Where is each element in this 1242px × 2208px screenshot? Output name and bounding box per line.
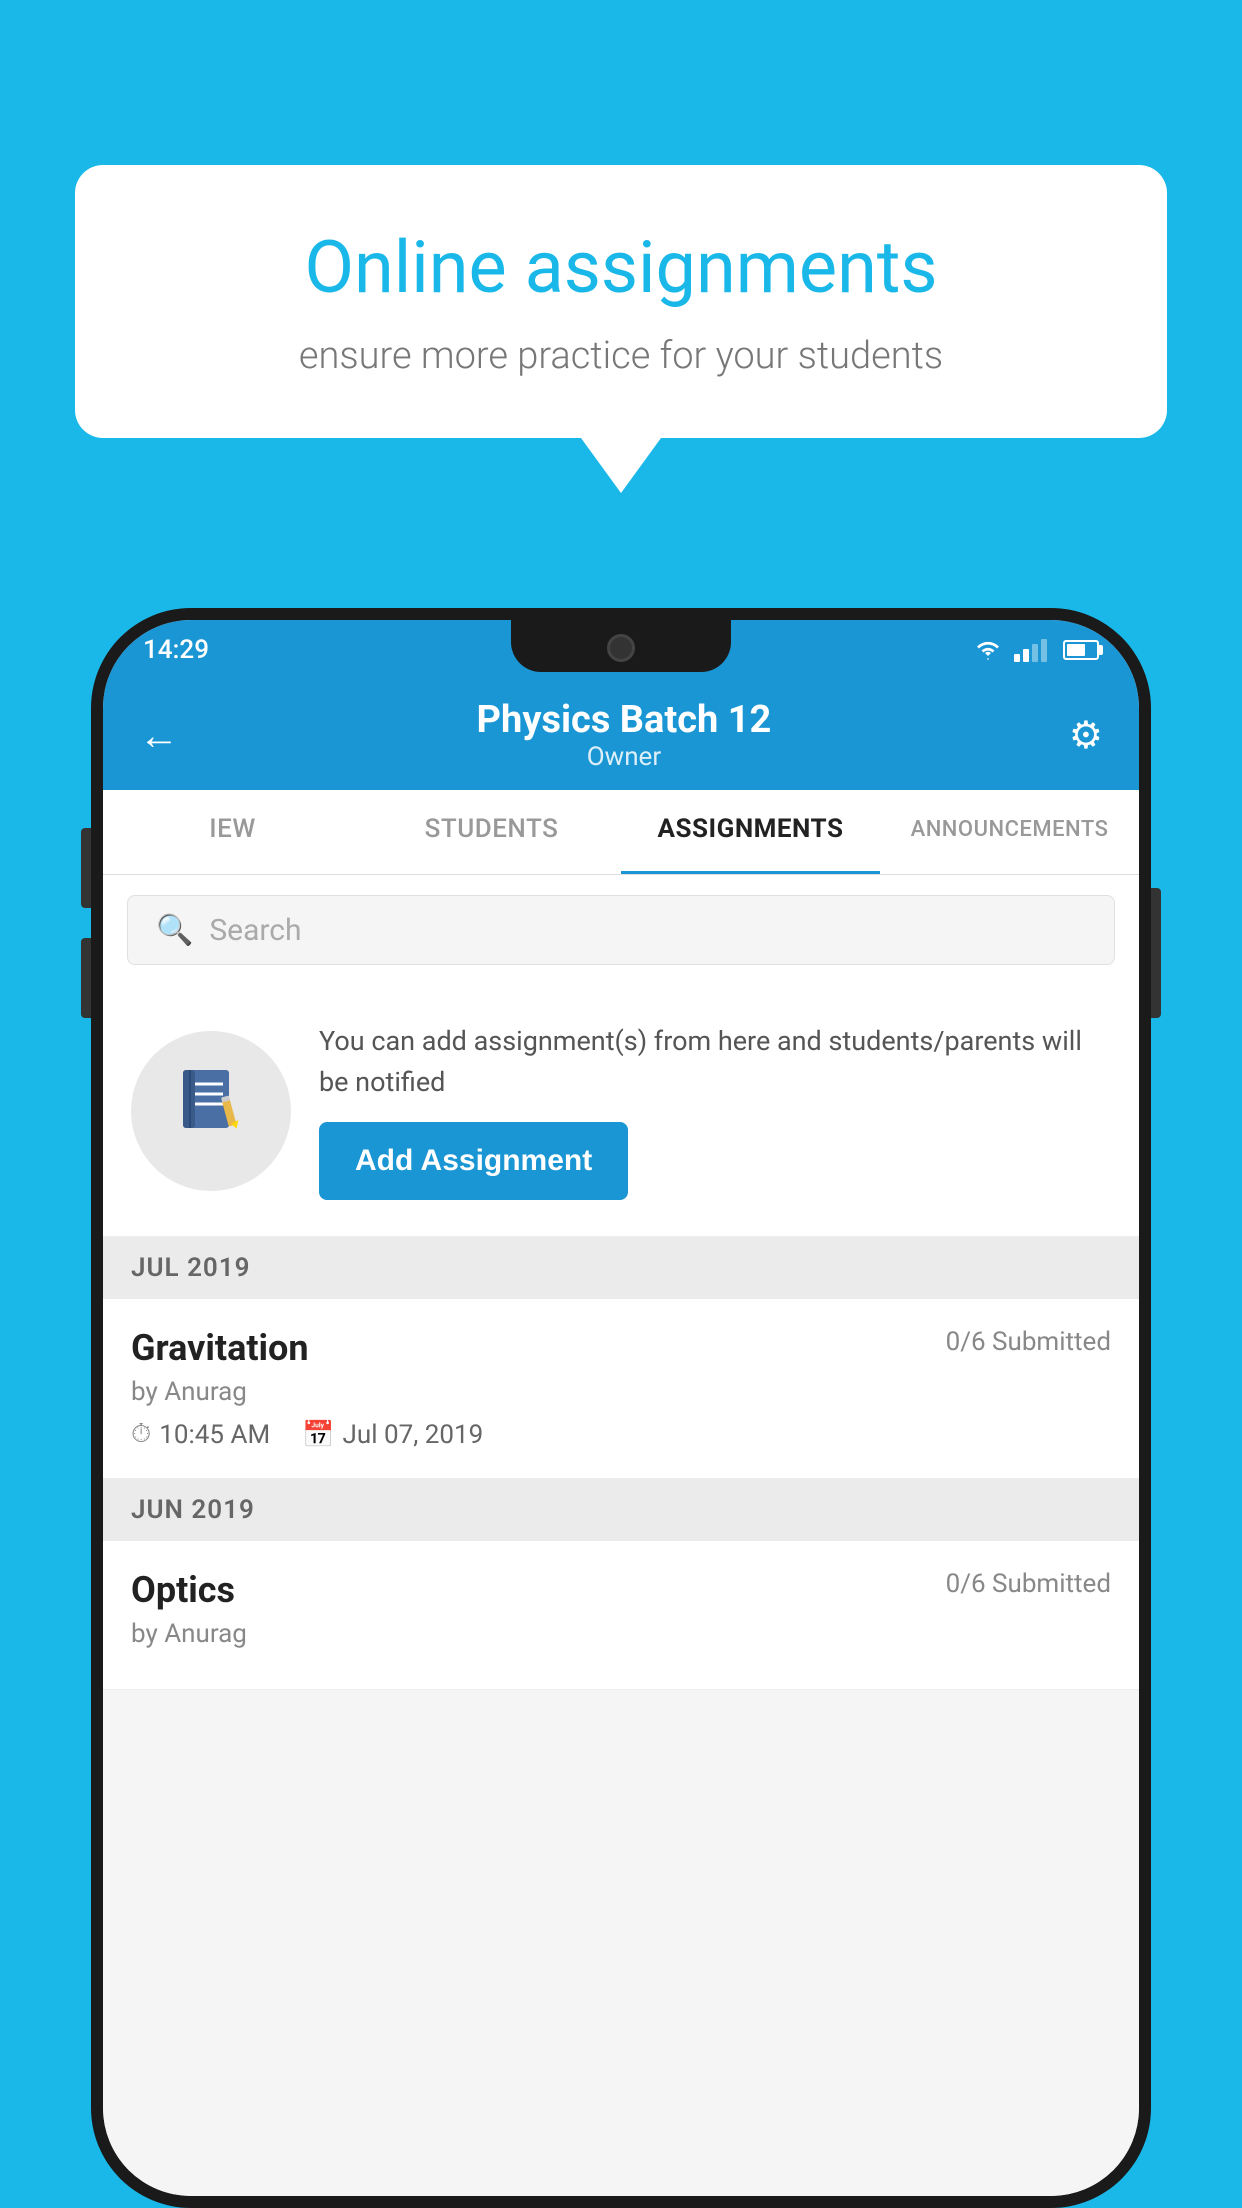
speech-bubble-title: Online assignments — [155, 225, 1087, 310]
assignment-prompt-right: You can add assignment(s) from here and … — [319, 1021, 1111, 1200]
assignment-icon-circle — [131, 1031, 291, 1191]
speech-bubble-arrow — [581, 438, 661, 493]
gravitation-date: Jul 07, 2019 — [343, 1420, 484, 1450]
assignment-optics-submitted: 0/6 Submitted — [946, 1569, 1111, 1599]
settings-icon[interactable]: ⚙ — [1069, 713, 1103, 758]
gravitation-time: 10:45 AM — [159, 1420, 270, 1450]
assignment-item-optics[interactable]: Optics 0/6 Submitted by Anurag — [103, 1541, 1139, 1690]
assignment-optics-name: Optics — [131, 1569, 235, 1611]
assignment-gravitation-submitted: 0/6 Submitted — [946, 1327, 1111, 1357]
section-jul-2019: JUL 2019 — [103, 1237, 1139, 1299]
tab-students[interactable]: STUDENTS — [362, 790, 621, 874]
speech-bubble: Online assignments ensure more practice … — [75, 165, 1167, 438]
phone-screen: 14:29 — [103, 620, 1139, 2196]
assignment-gravitation-header: Gravitation 0/6 Submitted — [131, 1327, 1111, 1369]
time-meta: ⏱ 10:45 AM — [131, 1419, 270, 1450]
assignment-optics-author: by Anurag — [131, 1619, 1111, 1649]
status-icons — [974, 639, 1099, 662]
calendar-icon: 📅 — [302, 1420, 334, 1450]
wifi-icon — [974, 640, 1002, 660]
app-header: ← Physics Batch 12 Owner ⚙ — [103, 680, 1139, 790]
section-jun-2019: JUN 2019 — [103, 1479, 1139, 1541]
assignment-item-gravitation[interactable]: Gravitation 0/6 Submitted by Anurag ⏱ 10… — [103, 1299, 1139, 1479]
power-button — [1151, 888, 1161, 1018]
notebook-icon — [171, 1062, 251, 1160]
speech-bubble-subtitle: ensure more practice for your students — [155, 334, 1087, 378]
phone-outer: 14:29 — [91, 608, 1151, 2208]
assignment-prompt: You can add assignment(s) from here and … — [103, 985, 1139, 1237]
status-time: 14:29 — [143, 635, 209, 665]
assignment-gravitation-meta: ⏱ 10:45 AM 📅 Jul 07, 2019 — [131, 1419, 1111, 1450]
tab-assignments[interactable]: ASSIGNMENTS — [621, 790, 880, 874]
search-icon: 🔍 — [156, 913, 193, 948]
header-subtitle: Owner — [477, 742, 772, 772]
assignment-gravitation-name: Gravitation — [131, 1327, 309, 1369]
tab-bar: IEW STUDENTS ASSIGNMENTS ANNOUNCEMENTS — [103, 790, 1139, 875]
search-bar[interactable]: 🔍 Search — [127, 895, 1115, 965]
date-meta: 📅 Jul 07, 2019 — [302, 1420, 483, 1450]
header-title: Physics Batch 12 — [477, 698, 772, 742]
tab-announcements[interactable]: ANNOUNCEMENTS — [880, 790, 1139, 874]
volume-up-button — [81, 828, 91, 908]
assignment-gravitation-author: by Anurag — [131, 1377, 1111, 1407]
phone-notch — [511, 620, 731, 672]
notebook-svg — [171, 1062, 251, 1142]
phone-frame: 14:29 — [91, 608, 1151, 2208]
content-area: 🔍 Search — [103, 875, 1139, 2196]
battery-icon — [1063, 640, 1099, 660]
search-placeholder: Search — [209, 913, 301, 948]
signal-icon — [1014, 639, 1047, 662]
camera-icon — [607, 634, 635, 662]
tab-iew[interactable]: IEW — [103, 790, 362, 874]
search-bar-container: 🔍 Search — [103, 875, 1139, 985]
volume-down-button — [81, 938, 91, 1018]
clock-icon: ⏱ — [131, 1419, 151, 1450]
add-assignment-button[interactable]: Add Assignment — [319, 1122, 628, 1200]
speech-bubble-container: Online assignments ensure more practice … — [75, 165, 1167, 493]
assignment-optics-header: Optics 0/6 Submitted — [131, 1569, 1111, 1611]
back-button[interactable]: ← — [139, 712, 179, 759]
header-center: Physics Batch 12 Owner — [477, 698, 772, 772]
assignment-prompt-text: You can add assignment(s) from here and … — [319, 1021, 1111, 1102]
